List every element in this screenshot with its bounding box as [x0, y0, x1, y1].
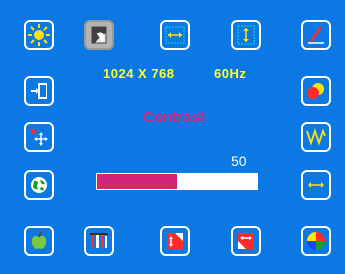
refresh-rate-text: 60Hz	[214, 66, 247, 81]
h-position-icon	[165, 26, 185, 44]
exit-button[interactable]	[24, 76, 54, 106]
v-size-button[interactable]	[160, 226, 190, 256]
color-wheel-icon	[307, 232, 325, 250]
apple-button[interactable]	[24, 226, 54, 256]
color-icon	[307, 83, 324, 99]
h-size-button[interactable]	[301, 170, 331, 200]
tools-icon	[90, 233, 108, 248]
setting-value: 50	[231, 153, 247, 169]
osd-panel: 1024 X 768 60Hz Contrast 50	[0, 0, 345, 274]
position-move-icon	[30, 128, 48, 146]
wave-icon	[306, 128, 326, 146]
color-wheel-button[interactable]	[301, 226, 331, 256]
brightness-button[interactable]	[24, 20, 54, 50]
h-size-expand-button[interactable]	[231, 226, 261, 256]
h-position-button[interactable]	[160, 20, 190, 50]
globe-button[interactable]	[24, 170, 54, 200]
resolution-text: 1024 X 768	[103, 66, 175, 81]
v-size-icon	[167, 233, 183, 249]
pen-icon	[308, 26, 324, 44]
apple-icon	[31, 231, 47, 249]
contrast-slider-fill	[97, 174, 177, 189]
position-move-button[interactable]	[24, 122, 54, 152]
v-position-button[interactable]	[231, 20, 261, 50]
contrast-button[interactable]	[84, 20, 114, 50]
contrast-slider[interactable]	[96, 173, 258, 190]
setting-title: Contrast	[143, 109, 205, 126]
exit-icon	[31, 83, 47, 99]
color-button[interactable]	[301, 76, 331, 106]
h-size-expand-icon	[238, 233, 254, 249]
v-position-icon	[237, 25, 255, 45]
h-size-icon	[308, 182, 324, 188]
wave-button[interactable]	[301, 122, 331, 152]
pen-button[interactable]	[301, 20, 331, 50]
contrast-icon	[91, 26, 107, 44]
globe-icon	[31, 177, 47, 193]
tools-button[interactable]	[84, 226, 114, 256]
brightness-icon	[28, 24, 50, 46]
